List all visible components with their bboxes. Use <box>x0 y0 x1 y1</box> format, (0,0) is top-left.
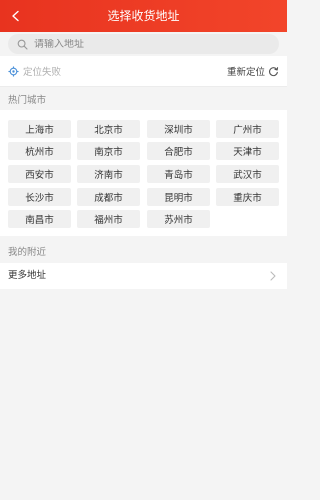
more-addresses-row[interactable]: 更多地址 <box>0 263 287 289</box>
relocate-button[interactable]: 重新定位 <box>227 56 279 86</box>
city-button[interactable]: 杭州市 <box>8 142 71 160</box>
search-input[interactable] <box>34 38 264 50</box>
city-button[interactable]: 青岛市 <box>147 165 210 183</box>
current-location-row: 定位失败 重新定位 <box>0 56 287 87</box>
city-button[interactable]: 长沙市 <box>8 188 71 206</box>
search-bar <box>0 32 287 56</box>
nearby-title: 我的附近 <box>8 247 47 258</box>
crosshair-icon <box>8 65 19 77</box>
refresh-icon <box>269 66 279 76</box>
more-addresses-label: 更多地址 <box>8 270 47 281</box>
top-nav-bar: 选择收货地址 <box>0 0 287 32</box>
hot-cities-grid: 上海市 北京市 深圳市 广州市 杭州市 南京市 合肥市 天津市 西安市 济南市 … <box>0 110 287 236</box>
city-button[interactable]: 广州市 <box>216 120 279 138</box>
city-button[interactable]: 济南市 <box>77 165 140 183</box>
city-button[interactable]: 苏州市 <box>147 210 210 228</box>
city-button[interactable]: 福州市 <box>77 210 140 228</box>
search-box[interactable] <box>8 34 279 54</box>
city-button[interactable]: 北京市 <box>77 120 140 138</box>
city-button[interactable]: 西安市 <box>8 165 71 183</box>
city-button[interactable]: 成都市 <box>77 188 140 206</box>
hot-cities-title: 热门城市 <box>8 95 47 106</box>
city-button[interactable]: 武汉市 <box>216 165 279 183</box>
location-status: 定位失败 <box>8 56 61 86</box>
city-button[interactable]: 昆明市 <box>147 188 210 206</box>
city-button[interactable]: 天津市 <box>216 142 279 160</box>
location-failed-text: 定位失败 <box>23 67 62 78</box>
city-button[interactable]: 合肥市 <box>147 142 210 160</box>
city-button[interactable]: 重庆市 <box>216 188 279 206</box>
city-button[interactable]: 南昌市 <box>8 210 71 228</box>
city-button[interactable]: 南京市 <box>77 142 140 160</box>
page-title: 选择收货地址 <box>107 9 180 23</box>
chevron-right-icon <box>267 270 279 282</box>
city-button[interactable]: 深圳市 <box>147 120 210 138</box>
relocate-label: 重新定位 <box>226 67 265 78</box>
search-icon <box>17 39 28 50</box>
city-button[interactable]: 上海市 <box>8 120 71 138</box>
